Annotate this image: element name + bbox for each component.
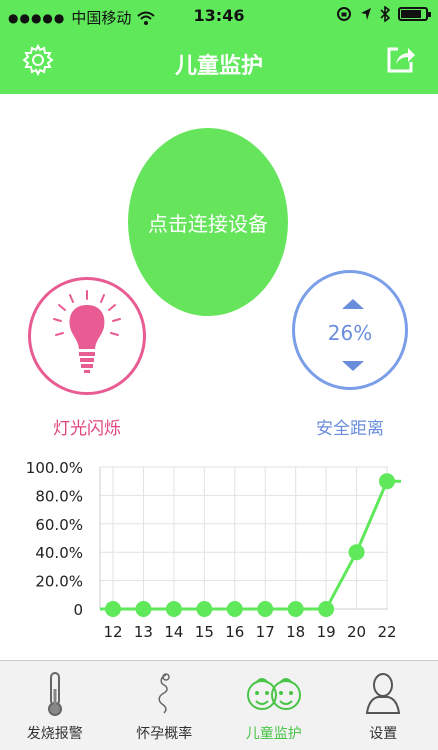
y-tick-label: 100.0% bbox=[26, 459, 83, 477]
tab-label: 怀孕概率 bbox=[136, 726, 193, 742]
light-flash-button[interactable] bbox=[28, 277, 146, 395]
connect-device-button[interactable]: 点击连接设备 bbox=[128, 128, 288, 316]
x-tick-label: 14 bbox=[164, 623, 183, 641]
x-tick-label: 17 bbox=[256, 623, 275, 641]
light-flash-label: 灯光闪烁 bbox=[53, 419, 121, 439]
chart-data-point bbox=[348, 544, 365, 561]
y-tick-label: 40.0% bbox=[35, 544, 83, 562]
x-tick-label: 20 bbox=[347, 623, 366, 641]
y-tick-label: 0 bbox=[73, 601, 83, 619]
chart-points bbox=[105, 473, 395, 617]
tab-child-monitor[interactable]: 儿童监护 bbox=[219, 661, 329, 750]
x-tick-label: 15 bbox=[195, 623, 214, 641]
chart-data-point bbox=[165, 601, 182, 617]
chart-data-point bbox=[318, 601, 335, 617]
status-icons bbox=[336, 6, 431, 22]
location-icon bbox=[361, 8, 371, 20]
chart-data-point bbox=[105, 601, 121, 617]
y-tick-label: 60.0% bbox=[35, 516, 83, 534]
x-tick-label: 22 bbox=[377, 623, 396, 641]
kids-faces-icon bbox=[246, 678, 301, 710]
chart-data-point bbox=[196, 601, 213, 617]
chart-x-ticks: 12 13 14 15 16 17 18 19 20 22 bbox=[103, 623, 396, 641]
x-tick-label: 18 bbox=[286, 623, 305, 641]
battery-icon bbox=[398, 7, 431, 21]
status-bar: ●●●●● 中国移动 13:46 bbox=[0, 0, 438, 32]
bluetooth-icon bbox=[380, 6, 390, 22]
chart-data-point bbox=[226, 601, 243, 617]
increase-distance-icon[interactable] bbox=[342, 299, 364, 309]
fetus-icon bbox=[158, 673, 170, 714]
x-tick-label: 16 bbox=[225, 623, 244, 641]
rotation-lock-icon bbox=[337, 7, 351, 21]
decrease-distance-icon[interactable] bbox=[342, 361, 364, 371]
x-tick-label: 13 bbox=[134, 623, 153, 641]
tab-label: 设置 bbox=[369, 726, 398, 742]
y-tick-label: 80.0% bbox=[35, 487, 83, 505]
tab-fever-alarm[interactable]: 发烧报警 bbox=[0, 661, 110, 750]
safety-distance-control: 26% bbox=[292, 270, 408, 390]
chart-data-point bbox=[287, 601, 304, 617]
y-tick-label: 20.0% bbox=[35, 573, 83, 591]
tab-label: 发烧报警 bbox=[26, 726, 83, 742]
chart-data-point bbox=[379, 473, 395, 490]
x-tick-label: 12 bbox=[103, 623, 122, 641]
tab-label: 儿童监护 bbox=[245, 726, 302, 742]
page-title: 儿童监护 bbox=[174, 54, 263, 79]
tab-settings[interactable]: 设置 bbox=[329, 661, 438, 750]
chart-y-ticks: 100.0% 80.0% 60.0% 40.0% 20.0% 0 bbox=[26, 459, 83, 619]
nav-bar: 儿童监护 bbox=[0, 32, 438, 94]
connect-device-label: 点击连接设备 bbox=[148, 211, 268, 236]
distance-line-chart: 100.0% 80.0% 60.0% 40.0% 20.0% 0 12 13 14 15 16 17… bbox=[26, 459, 401, 641]
tab-bar: 发烧报警 怀孕概率 儿童监护 设置 bbox=[0, 660, 438, 750]
person-icon bbox=[366, 673, 401, 714]
tab-pregnancy-probability[interactable]: 怀孕概率 bbox=[110, 661, 220, 750]
chart-data-point bbox=[257, 601, 274, 617]
chart-grid bbox=[99, 466, 388, 610]
safety-distance-value: 26% bbox=[327, 321, 373, 345]
x-tick-label: 19 bbox=[317, 623, 336, 641]
chart-data-point bbox=[135, 601, 152, 617]
thermometer-icon bbox=[47, 672, 62, 716]
share-icon[interactable] bbox=[386, 44, 416, 74]
safety-distance-label: 安全距离 bbox=[316, 419, 384, 439]
light-bulb-icon bbox=[53, 290, 121, 373]
